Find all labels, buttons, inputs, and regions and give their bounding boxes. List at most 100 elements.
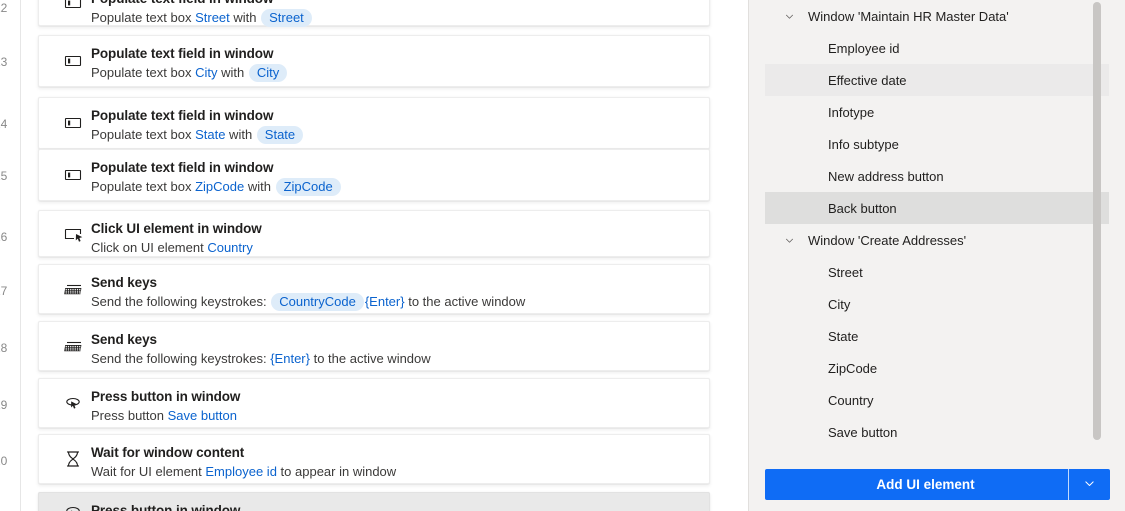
flow-pane-scrollbar[interactable] — [735, 0, 745, 511]
tree-element-node[interactable]: City — [765, 288, 1109, 320]
action-description-text: to the active window — [309, 351, 431, 366]
action-card[interactable]: Press button in window — [38, 492, 710, 511]
tree-element-node[interactable]: Info subtype — [765, 128, 1109, 160]
tree-node-label: Window 'Maintain HR Master Data' — [808, 8, 1009, 24]
chevron-down-icon[interactable] — [781, 8, 797, 24]
action-description-text: with — [229, 10, 261, 25]
hourglass-icon — [62, 448, 84, 470]
ui-elements-scrollbar-thumb[interactable] — [1093, 2, 1101, 440]
action-card[interactable]: Send keys Send the following keystrokes: … — [38, 321, 710, 371]
action-description-text: to appear in window — [276, 464, 397, 479]
tree-node-label: Back button — [828, 200, 897, 216]
action-card-body: Click UI element in window Click on UI el… — [91, 220, 699, 256]
action-param-link[interactable]: Save button — [168, 408, 237, 423]
action-description: Populate text box City with City — [91, 64, 699, 82]
tree-element-node[interactable]: Employee id — [765, 32, 1109, 64]
action-title: Populate text field in window — [91, 0, 699, 7]
action-param-link[interactable]: Country — [207, 240, 253, 255]
tree-window-node[interactable]: Window 'Create Addresses' — [765, 224, 1109, 256]
action-card-body: Populate text field in window Populate te… — [91, 0, 699, 27]
press-button-icon — [62, 392, 84, 414]
tree-element-node[interactable]: Back button — [765, 192, 1109, 224]
action-description-text: Send the following keystrokes: — [91, 351, 271, 366]
action-variable-pill[interactable]: State — [256, 126, 304, 144]
tree-node-label: Effective date — [828, 72, 907, 88]
tree-element-node[interactable]: Infotype — [765, 96, 1109, 128]
action-title: Click UI element in window — [91, 221, 262, 236]
action-title: Send keys — [91, 332, 157, 347]
flow-actions-pane: 121314151617181920 Populate text field i… — [0, 0, 748, 511]
tree-window-node[interactable]: Window 'Maintain HR Master Data' — [765, 0, 1109, 32]
ui-elements-scrollbar[interactable] — [1093, 0, 1113, 448]
action-card[interactable]: Wait for window content Wait for UI eleme… — [38, 434, 710, 484]
action-card-body: Send keys Send the following keystrokes: … — [91, 274, 699, 311]
action-variable-pill[interactable]: Street — [261, 9, 312, 27]
action-title: Populate text field in window — [91, 46, 274, 61]
chevron-down-icon — [1083, 477, 1096, 493]
action-card[interactable]: Populate text field in window Populate te… — [38, 149, 710, 201]
action-description: Populate text box Street with Street — [91, 9, 699, 27]
action-title: Press button in window — [91, 503, 241, 511]
textbox-icon — [62, 0, 84, 14]
action-description: Populate text box ZipCode with ZipCode — [91, 178, 699, 196]
tree-node-label: Info subtype — [828, 136, 899, 152]
flow-designer-screen: 121314151617181920 Populate text field i… — [0, 0, 1125, 511]
tree-node-label: State — [828, 328, 859, 344]
action-description: Populate text box State with State — [91, 126, 699, 144]
action-description-text: Populate text box — [91, 127, 196, 142]
action-card-body: Populate text field in window Populate te… — [91, 45, 699, 82]
action-card[interactable]: Send keys Send the following keystrokes: … — [38, 264, 710, 314]
action-card-body: Press button in window Press button Save … — [91, 388, 699, 424]
action-card[interactable]: Click UI element in window Click on UI el… — [38, 210, 710, 257]
action-description: Press button Save button — [91, 407, 699, 424]
add-ui-element-dropdown-toggle[interactable] — [1068, 469, 1110, 500]
tree-element-node[interactable]: ZipCode — [765, 352, 1109, 384]
action-card-body: Populate text field in window Populate te… — [91, 107, 699, 144]
ui-elements-pane: Window 'Maintain HR Master Data' Employee… — [749, 0, 1125, 511]
textbox-icon — [62, 50, 84, 72]
tree-element-node[interactable]: Effective date — [765, 64, 1109, 96]
tree-element-node[interactable]: New address button — [765, 160, 1109, 192]
action-title: Wait for window content — [91, 445, 245, 460]
action-param-link[interactable]: City — [195, 65, 217, 80]
tree-node-label: Save button — [828, 424, 898, 440]
action-param-link[interactable]: {Enter} — [270, 351, 310, 366]
tree-element-node[interactable]: Save button — [765, 416, 1109, 448]
tree-element-node[interactable]: State — [765, 320, 1109, 352]
action-card-list: Populate text field in window Populate te… — [0, 0, 748, 511]
keyboard-icon — [62, 335, 84, 357]
action-description-text: with — [244, 179, 275, 194]
action-description: Send the following keystrokes: CountryCo… — [91, 293, 699, 311]
action-card[interactable]: Populate text field in window Populate te… — [38, 0, 710, 27]
action-variable-pill[interactable]: ZipCode — [275, 178, 341, 196]
add-ui-element-label: Add UI element — [876, 477, 975, 492]
action-description: Wait for UI element Employee id to appea… — [91, 463, 699, 480]
action-param-link[interactable]: Employee id — [205, 464, 277, 479]
tree-node-label: Employee id — [828, 40, 900, 56]
tree-node-label: New address button — [828, 168, 944, 184]
action-variable-pill[interactable]: CountryCode — [271, 293, 364, 311]
chevron-down-icon[interactable] — [781, 232, 797, 248]
tree-element-node[interactable]: Country — [765, 384, 1109, 416]
action-param-link[interactable]: ZipCode — [195, 179, 244, 194]
action-card[interactable]: Press button in window Press button Save … — [38, 378, 710, 428]
action-param-link[interactable]: {Enter} — [365, 294, 405, 309]
action-description-text: with — [225, 127, 256, 142]
press-button-icon — [62, 501, 84, 511]
action-card[interactable]: Populate text field in window Populate te… — [38, 35, 710, 87]
keyboard-icon — [62, 278, 84, 300]
action-param-link[interactable]: Street — [195, 10, 230, 25]
action-title: Press button in window — [91, 389, 241, 404]
action-param-link[interactable]: State — [195, 127, 225, 142]
add-ui-element-button[interactable]: Add UI element — [765, 469, 1110, 500]
action-card-body: Wait for window content Wait for UI eleme… — [91, 444, 699, 480]
tree-element-node[interactable]: Street — [765, 256, 1109, 288]
action-variable-pill[interactable]: City — [248, 64, 288, 82]
action-description-text: Populate text box — [91, 65, 196, 80]
tree-node-label: Window 'Create Addresses' — [808, 232, 967, 248]
action-card[interactable]: Populate text field in window Populate te… — [38, 97, 710, 149]
action-description: Click on UI element Country — [91, 239, 699, 256]
action-description-text: Send the following keystrokes: — [91, 294, 271, 309]
tree-node-label: Country — [828, 392, 874, 408]
tree-node-label: Street — [828, 264, 863, 280]
